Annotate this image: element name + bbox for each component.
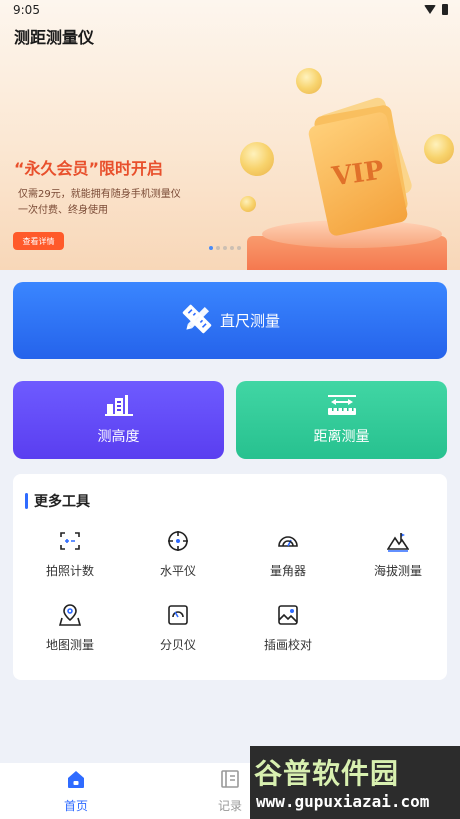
tool-decibel[interactable]: 分贝仪	[123, 604, 233, 653]
distance-ruler-icon	[327, 394, 357, 420]
ruler-measure-label: 直尺测量	[219, 313, 280, 330]
distance-measure-button[interactable]: 距离测量	[236, 381, 447, 459]
nav-home[interactable]: 首页	[41, 769, 111, 814]
ruler-icon	[180, 302, 214, 339]
distance-measure-label: 距离测量	[313, 429, 370, 445]
photo-count-icon	[59, 530, 81, 552]
battery-icon	[442, 4, 448, 15]
nav-home-label: 首页	[63, 799, 88, 813]
more-tools-title: 更多工具	[34, 494, 90, 510]
status-icons	[424, 4, 448, 15]
decibel-icon	[167, 604, 189, 626]
measure-height-label: 测高度	[97, 429, 140, 445]
heading-accent-bar	[25, 493, 28, 509]
tool-map-measure[interactable]: 地图测量	[15, 604, 125, 653]
nav-record-label: 记录	[217, 799, 242, 813]
tool-protractor[interactable]: 量角器	[233, 530, 343, 579]
carousel-dot[interactable]	[209, 246, 213, 250]
view-details-button[interactable]: 查看详情	[13, 232, 64, 250]
more-tools-heading: 更多工具	[25, 491, 90, 511]
coin-decoration	[240, 196, 256, 212]
altitude-icon	[387, 530, 409, 552]
ruler-measure-button[interactable]: 直尺测量	[13, 282, 447, 359]
coin-decoration	[240, 142, 274, 176]
tool-label: 水平仪	[159, 564, 196, 578]
image-calibrate-icon	[277, 604, 299, 626]
home-icon	[66, 769, 86, 793]
promo-headline: “永久会员”限时开启	[14, 159, 164, 178]
building-height-icon	[104, 394, 133, 420]
status-time: 9:05	[13, 3, 40, 17]
watermark-title: 谷普软件园	[254, 757, 400, 790]
level-icon	[167, 530, 189, 552]
more-tools-card: 更多工具 拍照计数 水平仪 量角器 海拔测量 地图测量 分贝仪 插画校对	[13, 474, 447, 680]
tool-photo-count[interactable]: 拍照计数	[15, 530, 125, 579]
coin-decoration	[424, 134, 454, 164]
tool-label: 量角器	[269, 564, 306, 578]
tool-image-calibrate[interactable]: 插画校对	[233, 604, 343, 653]
record-icon	[220, 769, 240, 793]
tool-altitude[interactable]: 海拔测量	[343, 530, 453, 579]
tool-label: 拍照计数	[45, 564, 94, 578]
carousel-dot[interactable]	[237, 246, 241, 250]
protractor-icon	[277, 530, 299, 552]
watermark-url: www.gupuxiazai.com	[256, 792, 430, 811]
carousel-dot[interactable]	[230, 246, 234, 250]
map-measure-icon	[59, 604, 81, 626]
carousel-dot[interactable]	[223, 246, 227, 250]
site-watermark: 谷普软件园 www.gupuxiazai.com	[250, 746, 460, 819]
tool-label: 插画校对	[263, 638, 312, 652]
tool-label: 地图测量	[45, 638, 94, 652]
carousel-indicator[interactable]	[209, 246, 241, 250]
wifi-icon	[424, 5, 436, 14]
tool-label: 海拔测量	[373, 564, 422, 578]
tool-level[interactable]: 水平仪	[123, 530, 233, 579]
vip-card-text: VIP	[330, 155, 386, 193]
status-bar: 9:05	[0, 0, 460, 22]
promo-line-2: 一次付费、终身使用	[18, 205, 108, 216]
carousel-dot[interactable]	[216, 246, 220, 250]
promo-line-1: 仅需29元，就能拥有随身手机测量仪	[18, 189, 181, 200]
coin-decoration	[296, 68, 322, 94]
app-title: 测距测量仪	[14, 28, 95, 47]
measure-height-button[interactable]: 测高度	[13, 381, 224, 459]
tool-label: 分贝仪	[159, 638, 196, 652]
